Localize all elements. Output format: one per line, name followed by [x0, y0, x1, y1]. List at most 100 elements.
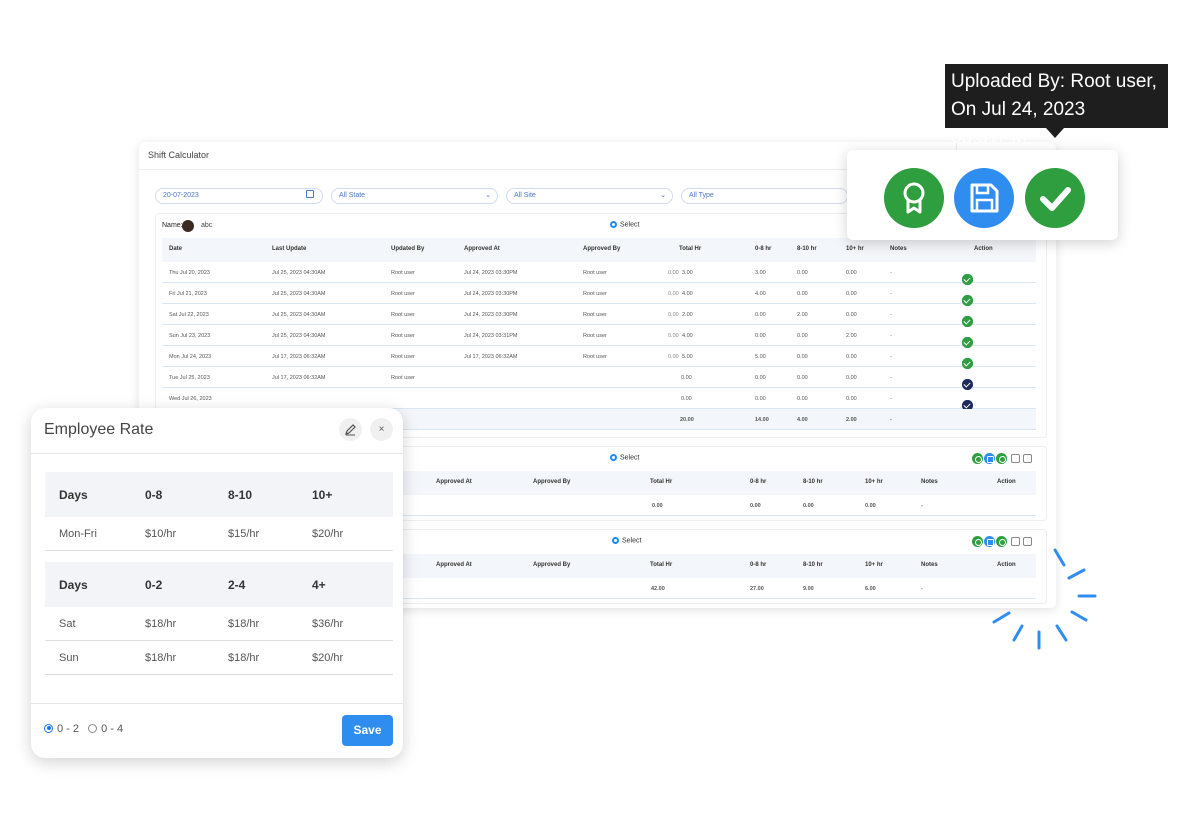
cell-date: Mon Jul 24, 2023: [169, 354, 212, 360]
row-rate-3: $36/hr: [312, 617, 344, 630]
cell-date: Tue Jul 25, 2023: [169, 375, 210, 381]
cell-updated-by: Root user: [391, 375, 415, 381]
cell-h8-10: 2.00: [797, 312, 808, 318]
cell-h10: 0.00: [846, 375, 857, 381]
select-radio[interactable]: Select: [612, 537, 641, 544]
row-rate-2: $18/hr: [228, 617, 260, 630]
cell-last-update: Jul 17, 2023 06:32AM: [272, 354, 326, 360]
cell-h8-10: 0.00: [797, 291, 808, 297]
ft-badge-icon[interactable]: [972, 453, 983, 464]
cell-updated-by: Root user: [391, 354, 415, 360]
cell-h0-8: 4.00: [755, 291, 766, 297]
cell-total: 4.00: [682, 291, 693, 297]
divider: [31, 453, 403, 454]
cell-notes: -: [921, 586, 923, 592]
state-filter-value: All State: [339, 192, 366, 199]
header-tier-3: 4+: [312, 577, 326, 592]
dollar-icon[interactable]: [996, 453, 1007, 464]
col-date: Date: [169, 246, 183, 252]
cell-updated-by: Root user: [391, 291, 415, 297]
employee-section: Name: abc Select Date Last Update Update…: [155, 213, 1047, 438]
col-total-hr: Total Hr: [679, 246, 702, 252]
cell-h10: 0.00: [846, 312, 857, 318]
header-tier-1: 0-8: [145, 487, 163, 502]
option-0-2[interactable]: 0 - 2: [44, 723, 79, 735]
date-filter-value: 20-07-2023: [163, 192, 199, 199]
approve-button[interactable]: [1025, 168, 1085, 228]
cell-total: 0.00: [652, 503, 663, 509]
table-header: Days 0-2 2-4 4+: [45, 562, 393, 607]
radio-selected-icon: [44, 723, 53, 733]
app-title: Shift Calculator: [148, 150, 210, 160]
header-tier-2: 2-4: [228, 577, 246, 592]
table-row: Mon-Fri $10/hr $15/hr $20/hr: [45, 517, 393, 551]
cell-date: Wed Jul 26, 2023: [169, 396, 212, 402]
radio-icon: [88, 723, 98, 733]
cell-notes: -: [921, 503, 923, 509]
edit-icon[interactable]: [1011, 454, 1020, 463]
action-popover: [847, 150, 1118, 240]
cell-approved-at: Jul 17, 2023 06:32AM: [464, 354, 518, 360]
cell-approved-at: Jul 24, 2023 03:31PM: [464, 333, 518, 339]
table-row: Tue Jul 25, 2023 Jul 17, 2023 06:32AM Root…: [162, 367, 1036, 390]
ft-badge-icon[interactable]: [972, 536, 983, 547]
cell-total-old: 0.00: [668, 333, 679, 339]
col-approved-at: Approved At: [464, 246, 500, 252]
cell-total: 5.00: [682, 354, 693, 360]
save-button[interactable]: Save: [342, 715, 393, 746]
cell-h0-8: 0.00: [755, 396, 766, 402]
calendar-icon[interactable]: [984, 453, 995, 464]
col-last-update: Last Update: [272, 246, 307, 252]
select-radio[interactable]: Select: [610, 221, 639, 228]
expand-icon[interactable]: [1023, 454, 1032, 463]
date-filter[interactable]: 20-07-2023: [155, 188, 323, 204]
total-hr: 20.00: [680, 417, 694, 423]
save-document-button[interactable]: [954, 168, 1014, 228]
employee-rate-card: Employee Rate × Days 0-8 8-10 10+ Mon-Fr…: [31, 408, 403, 758]
type-filter[interactable]: All Type: [681, 188, 848, 204]
cell-h10: 0.00: [846, 270, 857, 276]
table-row: Sun $18/hr $18/hr $20/hr: [45, 641, 393, 675]
total-10-plus: 2.00: [846, 417, 857, 423]
cell-approved-at: Jul 24, 2023 03:30PM: [464, 270, 518, 276]
option-0-4[interactable]: 0 - 4: [88, 723, 123, 735]
cell-last-update: Jul 25, 2023 04:30AM: [272, 291, 326, 297]
row-rate-2: $18/hr: [228, 651, 260, 664]
header-days: Days: [59, 487, 88, 502]
cell-h0-8: 0.00: [755, 375, 766, 381]
table-row: Sat $18/hr $18/hr $36/hr: [45, 607, 393, 641]
cell-h0-8: 3.00: [755, 270, 766, 276]
table-header: Date Last Update Updated By Approved At …: [162, 238, 1036, 262]
col-action: Action: [974, 246, 993, 252]
cell-h0-8: 0.00: [755, 333, 766, 339]
close-button[interactable]: ×: [370, 418, 393, 441]
col-action: Action: [997, 479, 1016, 485]
total-0-8: 14.00: [755, 417, 769, 423]
award-button[interactable]: [884, 168, 944, 228]
type-filter-value: All Type: [689, 192, 714, 199]
chevron-down-icon: ⌄: [485, 192, 491, 199]
table-row: Sat Jul 22, 2023 Jul 25, 2023 04:30AM Root…: [162, 304, 1036, 327]
state-filter[interactable]: All State ⌄: [331, 188, 498, 204]
option-label: 0 - 4: [101, 723, 124, 735]
edit-button[interactable]: [339, 418, 362, 441]
table-header: Days 0-8 8-10 10+: [45, 472, 393, 517]
cell-10-plus: 6.00: [865, 586, 876, 592]
cell-date: Thu Jul 20, 2023: [169, 270, 210, 276]
pencil-icon: [345, 424, 356, 436]
row-day: Sun: [59, 651, 79, 664]
table-row: Mon Jul 24, 2023 Jul 17, 2023 06:32AM Root…: [162, 346, 1036, 369]
cell-updated-by: Root user: [391, 270, 415, 276]
col-0-8: 0-8 hr: [750, 479, 767, 485]
cell-h8-10: 0.00: [797, 270, 808, 276]
range-options: 0 - 2 0 - 4: [44, 723, 123, 735]
site-filter[interactable]: All Site ⌄: [506, 188, 673, 204]
col-8-10: 8-10 hr: [803, 479, 823, 485]
cell-last-update: Jul 17, 2023 06:32AM: [272, 375, 326, 381]
cell-last-update: Jul 25, 2023 04:30AM: [272, 333, 326, 339]
cell-approved-at: Jul 24, 2023 03:30PM: [464, 291, 518, 297]
select-radio[interactable]: Select: [610, 454, 639, 461]
select-label: Select: [622, 537, 642, 545]
cell-notes: -: [890, 333, 892, 339]
filter-bar: 20-07-2023 All State ⌄ All Site ⌄ All Ty…: [155, 188, 848, 204]
